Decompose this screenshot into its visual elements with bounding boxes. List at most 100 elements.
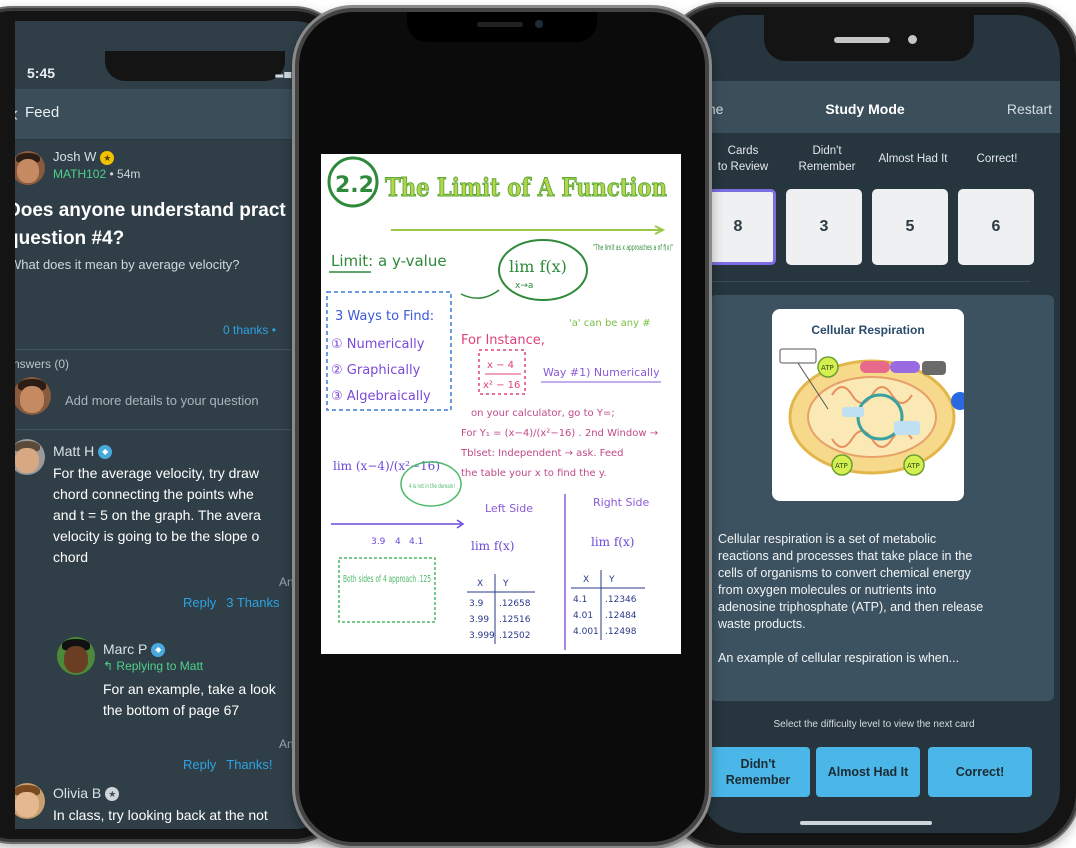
- notes-table-cell: 3.999: [469, 631, 495, 641]
- feed-navbar: ‹ Feed: [15, 89, 335, 140]
- notes-table-cell: X: [583, 575, 589, 585]
- notes-way: ③ Algebraically: [331, 389, 431, 404]
- cards-to-review-count[interactable]: 8: [700, 189, 776, 265]
- notes-table-cell: X: [477, 579, 483, 589]
- notes-number: 4.1: [409, 537, 423, 547]
- column-label: Cards to Review: [717, 145, 769, 173]
- study-navbar: Done Study Mode Restart: [700, 81, 1060, 133]
- study-screen: Done Study Mode Restart Cards to Review …: [700, 15, 1060, 833]
- didnt-remember-count[interactable]: 3: [786, 189, 862, 265]
- notes-heading: The Limit of A Function: [385, 173, 667, 202]
- phone-notch: [764, 15, 974, 61]
- answer-author[interactable]: Olivia B ★: [53, 785, 120, 802]
- notes-both-sides: Both sides of 4 approach .125: [343, 574, 431, 585]
- avatar[interactable]: [57, 637, 95, 675]
- star-badge-icon: ★: [100, 150, 115, 165]
- notes-callout: "The limit as x approaches a of f(x)": [593, 243, 673, 252]
- answer-text: For the average velocity, try draw chord…: [53, 465, 261, 565]
- notes-limit-sub: x→a: [515, 281, 533, 291]
- answer-text: For an example, take a look the bottom o…: [103, 681, 276, 718]
- notes-right-side: Right Side: [593, 496, 649, 509]
- notes-for-instance: For Instance,: [461, 333, 545, 348]
- avatar[interactable]: [15, 151, 45, 185]
- atp-label: ATP: [835, 462, 848, 470]
- notes-image[interactable]: 2.2 The Limit of A Function Limit: a y-v…: [321, 154, 681, 654]
- card-definition-text: Cellular respiration is a set of metabol…: [718, 532, 984, 665]
- notes-table-cell: .12516: [499, 615, 531, 625]
- avatar[interactable]: [15, 783, 45, 819]
- add-details-input[interactable]: Add more details to your question: [65, 393, 259, 408]
- phone-notch: [105, 51, 285, 81]
- notes-table-cell: .12346: [605, 595, 637, 605]
- notes-table-cell: Y: [502, 579, 509, 589]
- svg-text:lim f(x): lim f(x): [591, 535, 634, 549]
- reply-link[interactable]: Reply: [183, 757, 216, 772]
- divider: [700, 281, 1030, 282]
- svg-text:lim f(x): lim f(x): [471, 539, 514, 553]
- divider: [15, 349, 335, 350]
- mitochondria-illustration: ATP ATP ATP: [779, 348, 964, 476]
- answer-actions: Reply 3 Thanks: [183, 595, 290, 610]
- study-mode-title: Study Mode: [825, 101, 905, 117]
- post-author[interactable]: Josh W ★: [53, 149, 115, 165]
- notes-table-cell: 4.001: [573, 627, 599, 637]
- notes-left-side: Left Side: [485, 502, 533, 515]
- star-badge-icon: ★: [105, 787, 120, 802]
- answer-author[interactable]: Matt H ◆: [53, 443, 113, 460]
- notes-way: ② Graphically: [331, 363, 421, 378]
- notes-table-cell: .12502: [499, 631, 531, 641]
- notes-phone: 2.2 The Limit of A Function Limit: a y-v…: [295, 8, 709, 846]
- post-age: • 54m: [109, 167, 141, 181]
- course-tag[interactable]: MATH102: [53, 167, 106, 181]
- feed-screen: 5:45 ▂▄▆ ‹ Feed Josh W★ MATH102 • 54m Do…: [15, 21, 335, 829]
- restart-button[interactable]: Restart: [1007, 101, 1052, 117]
- svg-text:lim (x−4)/(x²−16): lim (x−4)/(x²−16): [333, 459, 440, 473]
- notes-fraction-num: x − 4: [487, 360, 514, 371]
- back-chevron-icon[interactable]: ‹: [15, 101, 18, 127]
- correct-count[interactable]: 6: [958, 189, 1034, 265]
- notes-limit-def: Limit: a y-value: [331, 252, 447, 270]
- avatar: [15, 377, 51, 415]
- post-course-line: MATH102 • 54m: [53, 167, 140, 181]
- notes-bubble: 4 is not in the domain!: [409, 482, 455, 490]
- answer-text: In class, try looking back at the not: [53, 807, 268, 823]
- diamond-badge-icon: ◆: [151, 643, 166, 658]
- back-to-feed-link[interactable]: Feed: [25, 104, 59, 121]
- didnt-remember-button[interactable]: Didn't Remember: [706, 747, 810, 797]
- status-time: 5:45: [27, 65, 56, 81]
- study-phone: Done Study Mode Restart Cards to Review …: [665, 4, 1076, 848]
- thanks-count-link[interactable]: 0 thanks •: [223, 323, 276, 337]
- column-label: Almost Had It: [878, 153, 948, 165]
- notes-chapter: 2.2: [335, 173, 374, 198]
- notes-number: 3.9: [371, 537, 386, 547]
- thanks-link[interactable]: Thanks!: [226, 757, 272, 772]
- avatar[interactable]: [15, 439, 45, 475]
- answers-label: Answers (0): [15, 357, 70, 371]
- correct-button[interactable]: Correct!: [928, 747, 1032, 797]
- home-indicator[interactable]: [800, 821, 932, 825]
- question-subtitle: What does it mean by average velocity?: [15, 257, 240, 272]
- phone-notch: [407, 12, 597, 42]
- almost-had-it-button[interactable]: Almost Had It: [816, 747, 920, 797]
- notes-table-cell: Y: [608, 575, 615, 585]
- difficulty-prompt: Select the difficulty level to view the …: [773, 719, 975, 730]
- divider: [15, 429, 335, 430]
- atp-label: ATP: [821, 364, 834, 372]
- column-label: Didn't Remember: [798, 145, 856, 173]
- reply-link[interactable]: Reply: [183, 595, 216, 610]
- notes-table-cell: 3.9: [469, 599, 484, 609]
- notes-way: ① Numerically: [331, 337, 425, 352]
- column-label: Correct!: [976, 153, 1018, 165]
- notes-table-cell: 4.1: [573, 595, 587, 605]
- flash-card[interactable]: Cellular Respiration ATP ATP ATP Cellula…: [710, 295, 1054, 701]
- thanks-link[interactable]: 3 Thanks: [226, 595, 279, 610]
- almost-had-it-count[interactable]: 5: [872, 189, 948, 265]
- diamond-badge-icon: ◆: [98, 445, 113, 460]
- replying-to: ↰ Replying to Matt: [103, 659, 204, 673]
- notes-table-cell: 4.01: [573, 611, 593, 621]
- notes-table-cell: .12658: [499, 599, 531, 609]
- notes-table-cell: .12498: [605, 627, 637, 637]
- notes-table-cell: .12484: [605, 611, 637, 621]
- notes-table-cell: 3.99: [469, 615, 489, 625]
- answer-author[interactable]: Marc P ◆: [103, 641, 166, 658]
